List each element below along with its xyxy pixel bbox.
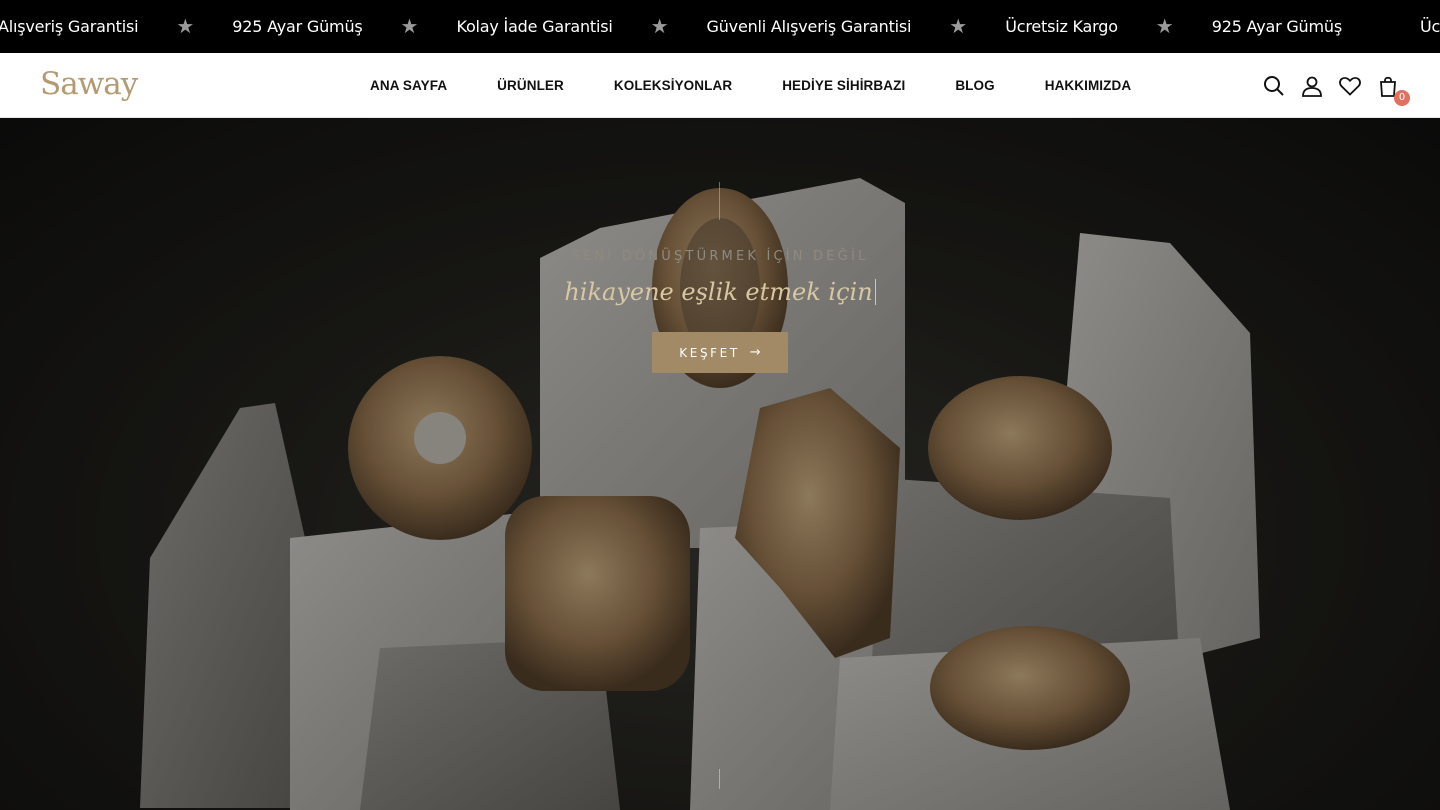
discover-button-label: KEŞFET <box>679 345 740 360</box>
user-icon <box>1302 76 1322 97</box>
star-icon: ★ <box>650 16 669 38</box>
nav-item-about[interactable]: HAKKIMIZDA <box>1045 78 1132 93</box>
hero-banner: SENİ DÖNÜŞTÜRMEK İÇİN DEĞİL hikayene eşl… <box>0 118 1440 810</box>
star-icon: ★ <box>176 16 195 38</box>
announcement-text: 925 Ayar Gümüş <box>232 17 363 36</box>
star-icon: ★ <box>949 16 968 38</box>
announcement-text: Ücretsiz Kargo <box>1005 17 1118 36</box>
nav-item-home[interactable]: ANA SAYFA <box>370 78 447 93</box>
nav-item-products[interactable]: ÜRÜNLER <box>497 78 564 93</box>
discover-button[interactable]: KEŞFET → <box>652 332 788 373</box>
announcement-text: Güvenli Alışveriş Garantisi <box>706 17 912 36</box>
announcement-text: Ücretsiz Kargo <box>1419 17 1440 36</box>
announcement-text: Kolay İade Garantisi <box>456 17 613 36</box>
hero-overlay <box>0 118 1440 810</box>
announcement-bar: Alışveriş Garantisi ★ 925 Ayar Gümüş ★ K… <box>0 0 1440 53</box>
header-actions: 0 <box>1262 53 1410 118</box>
star-icon: ★ <box>1155 16 1174 38</box>
main-navigation: ANA SAYFA ÜRÜNLER KOLEKSİYONLAR HEDİYE S… <box>370 53 1131 118</box>
hero-kicker: SENİ DÖNÜŞTÜRMEK İÇİN DEĞİL <box>571 249 869 264</box>
search-button[interactable] <box>1262 74 1286 98</box>
nav-item-gift-wizard[interactable]: HEDİYE SİHİRBAZI <box>782 78 905 93</box>
nav-item-collections[interactable]: KOLEKSİYONLAR <box>614 78 732 93</box>
site-header: Saway ANA SAYFA ÜRÜNLER KOLEKSİYONLAR HE… <box>0 53 1440 118</box>
text-cursor <box>874 279 876 305</box>
account-button[interactable] <box>1300 74 1324 98</box>
announcement-text: Alışveriş Garantisi <box>0 17 139 36</box>
announcement-text: 925 Ayar Gümüş <box>1211 17 1342 36</box>
heart-icon <box>1339 76 1361 96</box>
cart-button[interactable]: 0 <box>1376 74 1410 106</box>
arrow-right-icon: → <box>749 345 761 360</box>
search-icon <box>1264 75 1284 96</box>
cart-count-badge: 0 <box>1394 89 1410 106</box>
hero-title: hikayene eşlik etmek için <box>0 278 1440 306</box>
star-icon: ★ <box>400 16 419 38</box>
announcement-track: Alışveriş Garantisi ★ 925 Ayar Gümüş ★ K… <box>0 0 1440 53</box>
brand-logo[interactable]: Saway <box>40 66 138 102</box>
hero-title-text: hikayene eşlik etmek için <box>564 278 873 306</box>
decorative-divider <box>719 182 720 220</box>
nav-item-blog[interactable]: BLOG <box>955 78 994 93</box>
scroll-indicator <box>719 769 720 789</box>
wishlist-button[interactable] <box>1338 74 1362 98</box>
